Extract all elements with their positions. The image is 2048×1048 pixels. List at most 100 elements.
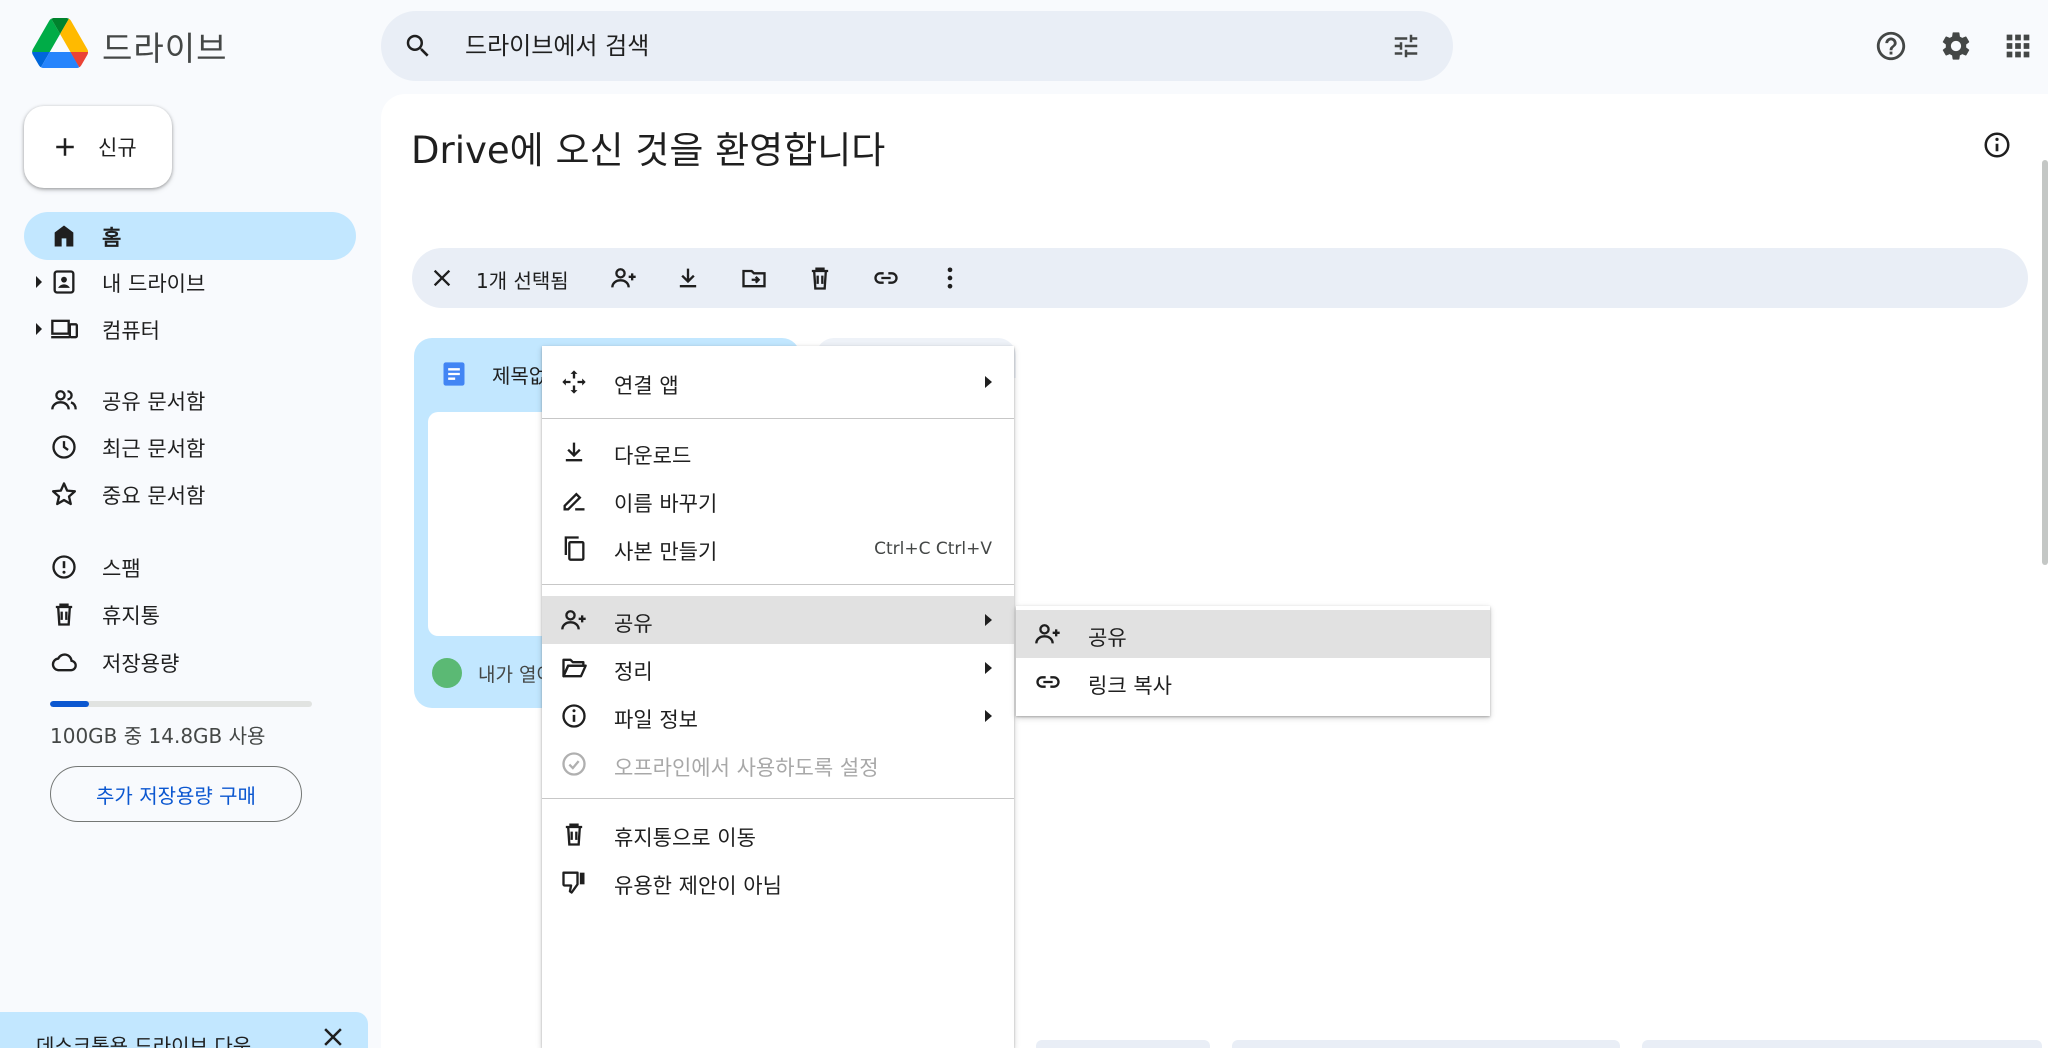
sidebar-item-computers[interactable]: 컴퓨터 <box>24 305 356 353</box>
menu-item-label: 다운로드 <box>614 444 692 468</box>
google-docs-icon <box>440 360 468 388</box>
share-submenu: 공유 링크 복사 <box>1016 606 1490 716</box>
menu-item-label: 휴지통으로 이동 <box>614 826 756 850</box>
menu-item-label: 공유 <box>1088 626 1127 650</box>
menu-item-not-helpful[interactable]: 유용한 제안이 아님 <box>542 858 1014 906</box>
buy-storage-button[interactable]: 추가 저장용량 구매 <box>50 766 302 822</box>
search-options-icon[interactable] <box>1391 31 1421 61</box>
storage-usage-text: 100GB 중 14.8GB 사용 <box>50 724 266 748</box>
copy-link-icon[interactable] <box>870 262 902 294</box>
card-fragment <box>1232 1040 1620 1048</box>
search-input[interactable] <box>465 23 1265 69</box>
menu-item-label: 파일 정보 <box>614 708 698 732</box>
offline-check-icon <box>560 750 588 778</box>
my-drive-icon <box>50 268 78 296</box>
desktop-download-banner[interactable]: 데스크톱용 드라이브 다운 <box>0 1012 368 1048</box>
submenu-arrow-icon <box>985 710 992 722</box>
menu-item-label: 오프라인에서 사용하도록 설정 <box>614 756 879 780</box>
download-icon <box>560 438 588 466</box>
sidebar-item-shared[interactable]: 공유 문서함 <box>24 376 356 424</box>
menu-item-label: 유용한 제안이 아님 <box>614 874 782 898</box>
sidebar-item-label: 컴퓨터 <box>102 319 160 343</box>
menu-item-label: 링크 복사 <box>1088 674 1172 698</box>
move-to-folder-icon[interactable] <box>738 262 770 294</box>
link-icon <box>1034 668 1062 696</box>
submenu-item-share[interactable]: 공유 <box>1016 610 1490 658</box>
spam-alert-icon <box>50 553 78 581</box>
menu-item-rename[interactable]: 이름 바꾸기 <box>542 476 1014 524</box>
thumb-down-icon <box>560 868 588 896</box>
trash-icon[interactable] <box>804 262 836 294</box>
submenu-arrow-icon <box>985 662 992 674</box>
shared-people-icon <box>50 386 78 414</box>
sidebar-item-label: 최근 문서함 <box>102 437 206 461</box>
menu-item-share[interactable]: 공유 <box>542 596 1014 644</box>
sidebar-item-label: 홈 <box>102 226 122 250</box>
storage-usage-fill <box>50 701 89 707</box>
menu-item-download[interactable]: 다운로드 <box>542 428 1014 476</box>
card-fragment <box>1036 1040 1210 1048</box>
sidebar-item-starred[interactable]: 중요 문서함 <box>24 470 356 518</box>
close-icon[interactable] <box>318 1022 348 1048</box>
settings-gear-icon[interactable] <box>1938 28 1974 64</box>
menu-item-shortcut: Ctrl+C Ctrl+V <box>874 539 992 559</box>
card-fragment <box>1642 1040 2042 1048</box>
apps-grid-icon[interactable] <box>2000 28 2036 64</box>
help-icon[interactable] <box>1873 28 1909 64</box>
app-title: 드라이브 <box>102 29 228 68</box>
search-icon[interactable] <box>403 31 433 61</box>
sidebar-item-my-drive[interactable]: 내 드라이브 <box>24 258 356 306</box>
info-icon <box>560 702 588 730</box>
share-person-add-icon <box>560 606 588 634</box>
sidebar-item-label: 스팸 <box>102 557 141 581</box>
menu-item-make-copy[interactable]: 사본 만들기 Ctrl+C Ctrl+V <box>542 524 1014 572</box>
expand-caret-icon[interactable] <box>36 323 42 335</box>
search-bar[interactable] <box>381 11 1453 81</box>
selection-count: 1개 선택됨 <box>476 269 569 293</box>
sidebar-item-home[interactable]: 홈 <box>24 212 356 260</box>
sidebar-item-label: 중요 문서함 <box>102 484 206 508</box>
desktop-banner-text: 데스크톱용 드라이브 다운 <box>36 1034 252 1048</box>
new-button-label: 신규 <box>98 136 137 160</box>
menu-item-label: 연결 앱 <box>614 374 679 398</box>
plus-icon <box>50 132 80 162</box>
share-person-add-icon <box>1034 620 1062 648</box>
sidebar-item-storage[interactable]: 저장용량 <box>24 638 356 686</box>
menu-item-organize[interactable]: 정리 <box>542 644 1014 692</box>
menu-item-file-info[interactable]: 파일 정보 <box>542 692 1014 740</box>
cloud-icon <box>50 648 78 676</box>
sidebar-item-label: 내 드라이브 <box>102 272 206 296</box>
new-button[interactable]: 신규 <box>24 106 172 188</box>
scrollbar-thumb[interactable] <box>2042 160 2048 565</box>
copy-icon <box>560 534 588 562</box>
submenu-arrow-icon <box>985 614 992 626</box>
sidebar-item-spam[interactable]: 스팸 <box>24 543 356 591</box>
page-title: Drive에 오신 것을 환영합니다 <box>411 129 886 172</box>
avatar <box>432 658 462 688</box>
expand-caret-icon[interactable] <box>36 276 42 288</box>
menu-item-offline: 오프라인에서 사용하도록 설정 <box>542 740 1014 788</box>
menu-divider <box>542 418 1014 419</box>
menu-item-move-to-trash[interactable]: 휴지통으로 이동 <box>542 810 1014 858</box>
sidebar-item-label: 공유 문서함 <box>102 390 206 414</box>
storage-usage-bar <box>50 701 312 707</box>
info-icon[interactable] <box>1982 130 2012 160</box>
submenu-item-copy-link[interactable]: 링크 복사 <box>1016 658 1490 706</box>
menu-item-open-with[interactable]: 연결 앱 <box>542 358 1014 406</box>
clear-selection-close-icon[interactable] <box>426 262 458 294</box>
menu-divider <box>542 798 1014 799</box>
selection-toolbar: 1개 선택됨 <box>412 248 2028 308</box>
menu-item-label: 이름 바꾸기 <box>614 492 718 516</box>
sidebar-item-trash[interactable]: 휴지통 <box>24 590 356 638</box>
folder-open-icon <box>560 654 588 682</box>
trash-icon <box>50 600 78 628</box>
sidebar-item-label: 휴지통 <box>102 604 160 628</box>
drive-logo-icon[interactable] <box>32 18 88 74</box>
share-person-add-icon[interactable] <box>608 262 640 294</box>
context-menu: 연결 앱 다운로드 이름 바꾸기 사본 만들기 Ctrl+C Ctrl+V 공유… <box>542 346 1014 1048</box>
computers-icon <box>50 315 78 343</box>
clock-icon <box>50 433 78 461</box>
sidebar-item-recent[interactable]: 최근 문서함 <box>24 423 356 471</box>
download-icon[interactable] <box>672 262 704 294</box>
more-vert-icon[interactable] <box>934 262 966 294</box>
